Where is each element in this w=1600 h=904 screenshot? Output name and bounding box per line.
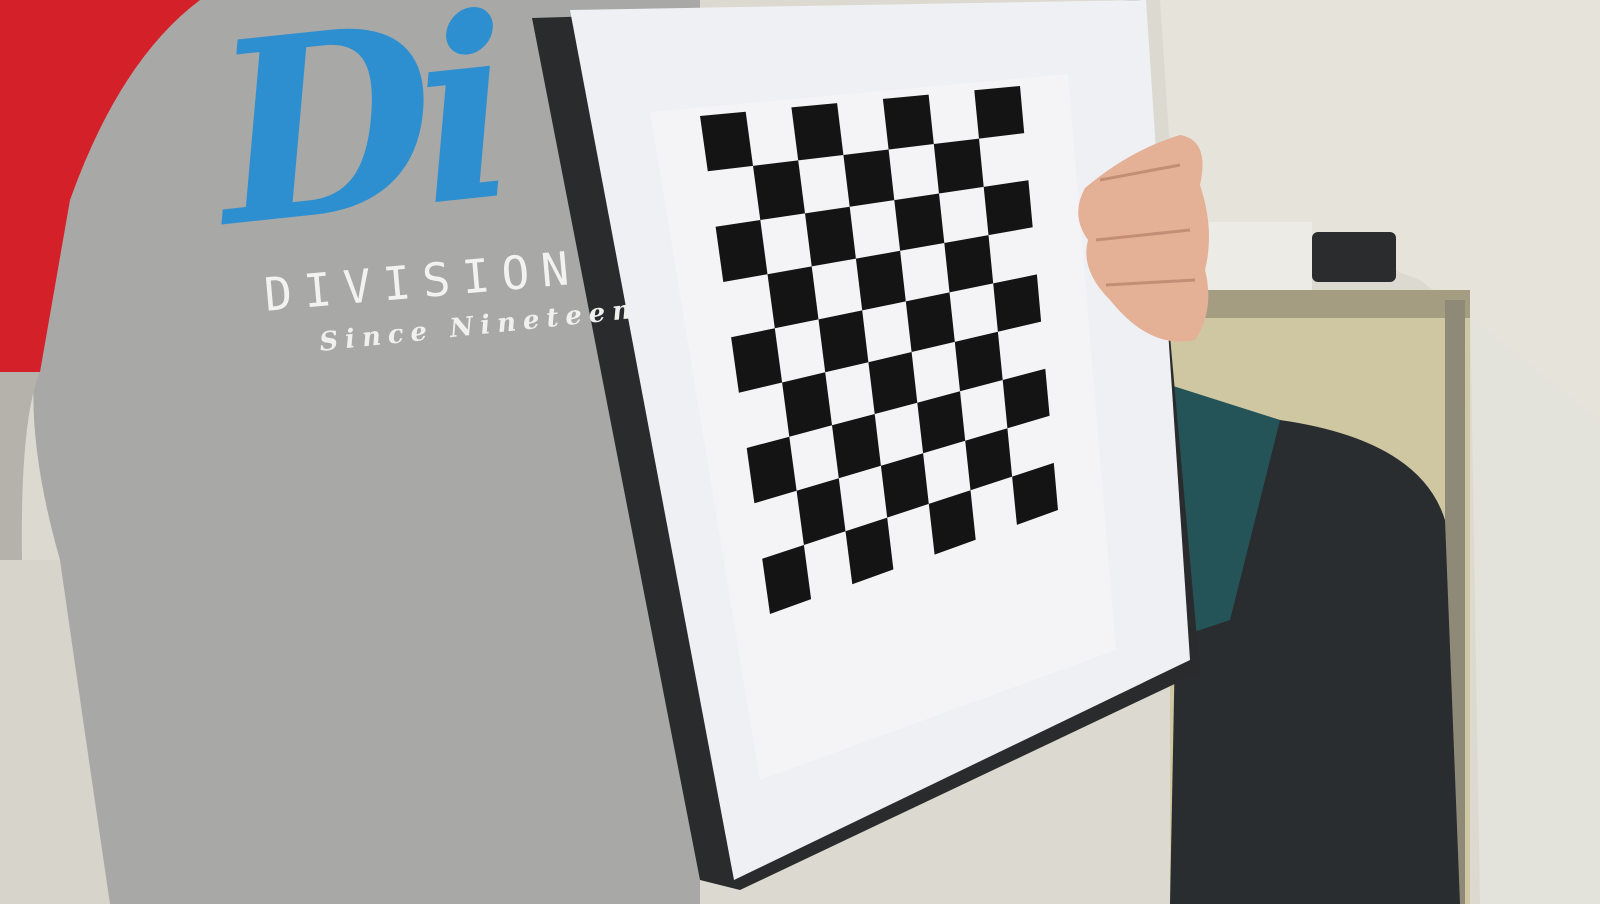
checker-square [818, 310, 869, 373]
checker-square [944, 235, 994, 293]
photo-background [0, 0, 1600, 904]
checker-square [715, 220, 768, 282]
checker-square [767, 266, 819, 329]
checker-square [993, 274, 1042, 332]
checker-square [855, 250, 906, 311]
checker-square [805, 206, 856, 267]
cabinet-top [1170, 290, 1470, 318]
checker-square [983, 180, 1033, 236]
checker-square [731, 328, 783, 393]
checker-square [843, 149, 895, 207]
checker-square [882, 94, 934, 150]
checker-square [894, 193, 945, 251]
checker-square [905, 292, 955, 352]
checker-square [933, 138, 984, 194]
checker-square [791, 103, 844, 161]
checker-square [700, 111, 753, 172]
checker-square [974, 86, 1025, 139]
photo-scene: Di DIVISION Since Nineteen [0, 0, 1600, 904]
black-object [1312, 232, 1396, 282]
white-box [1200, 222, 1312, 290]
checker-square [782, 372, 832, 437]
checker-square [753, 160, 805, 220]
